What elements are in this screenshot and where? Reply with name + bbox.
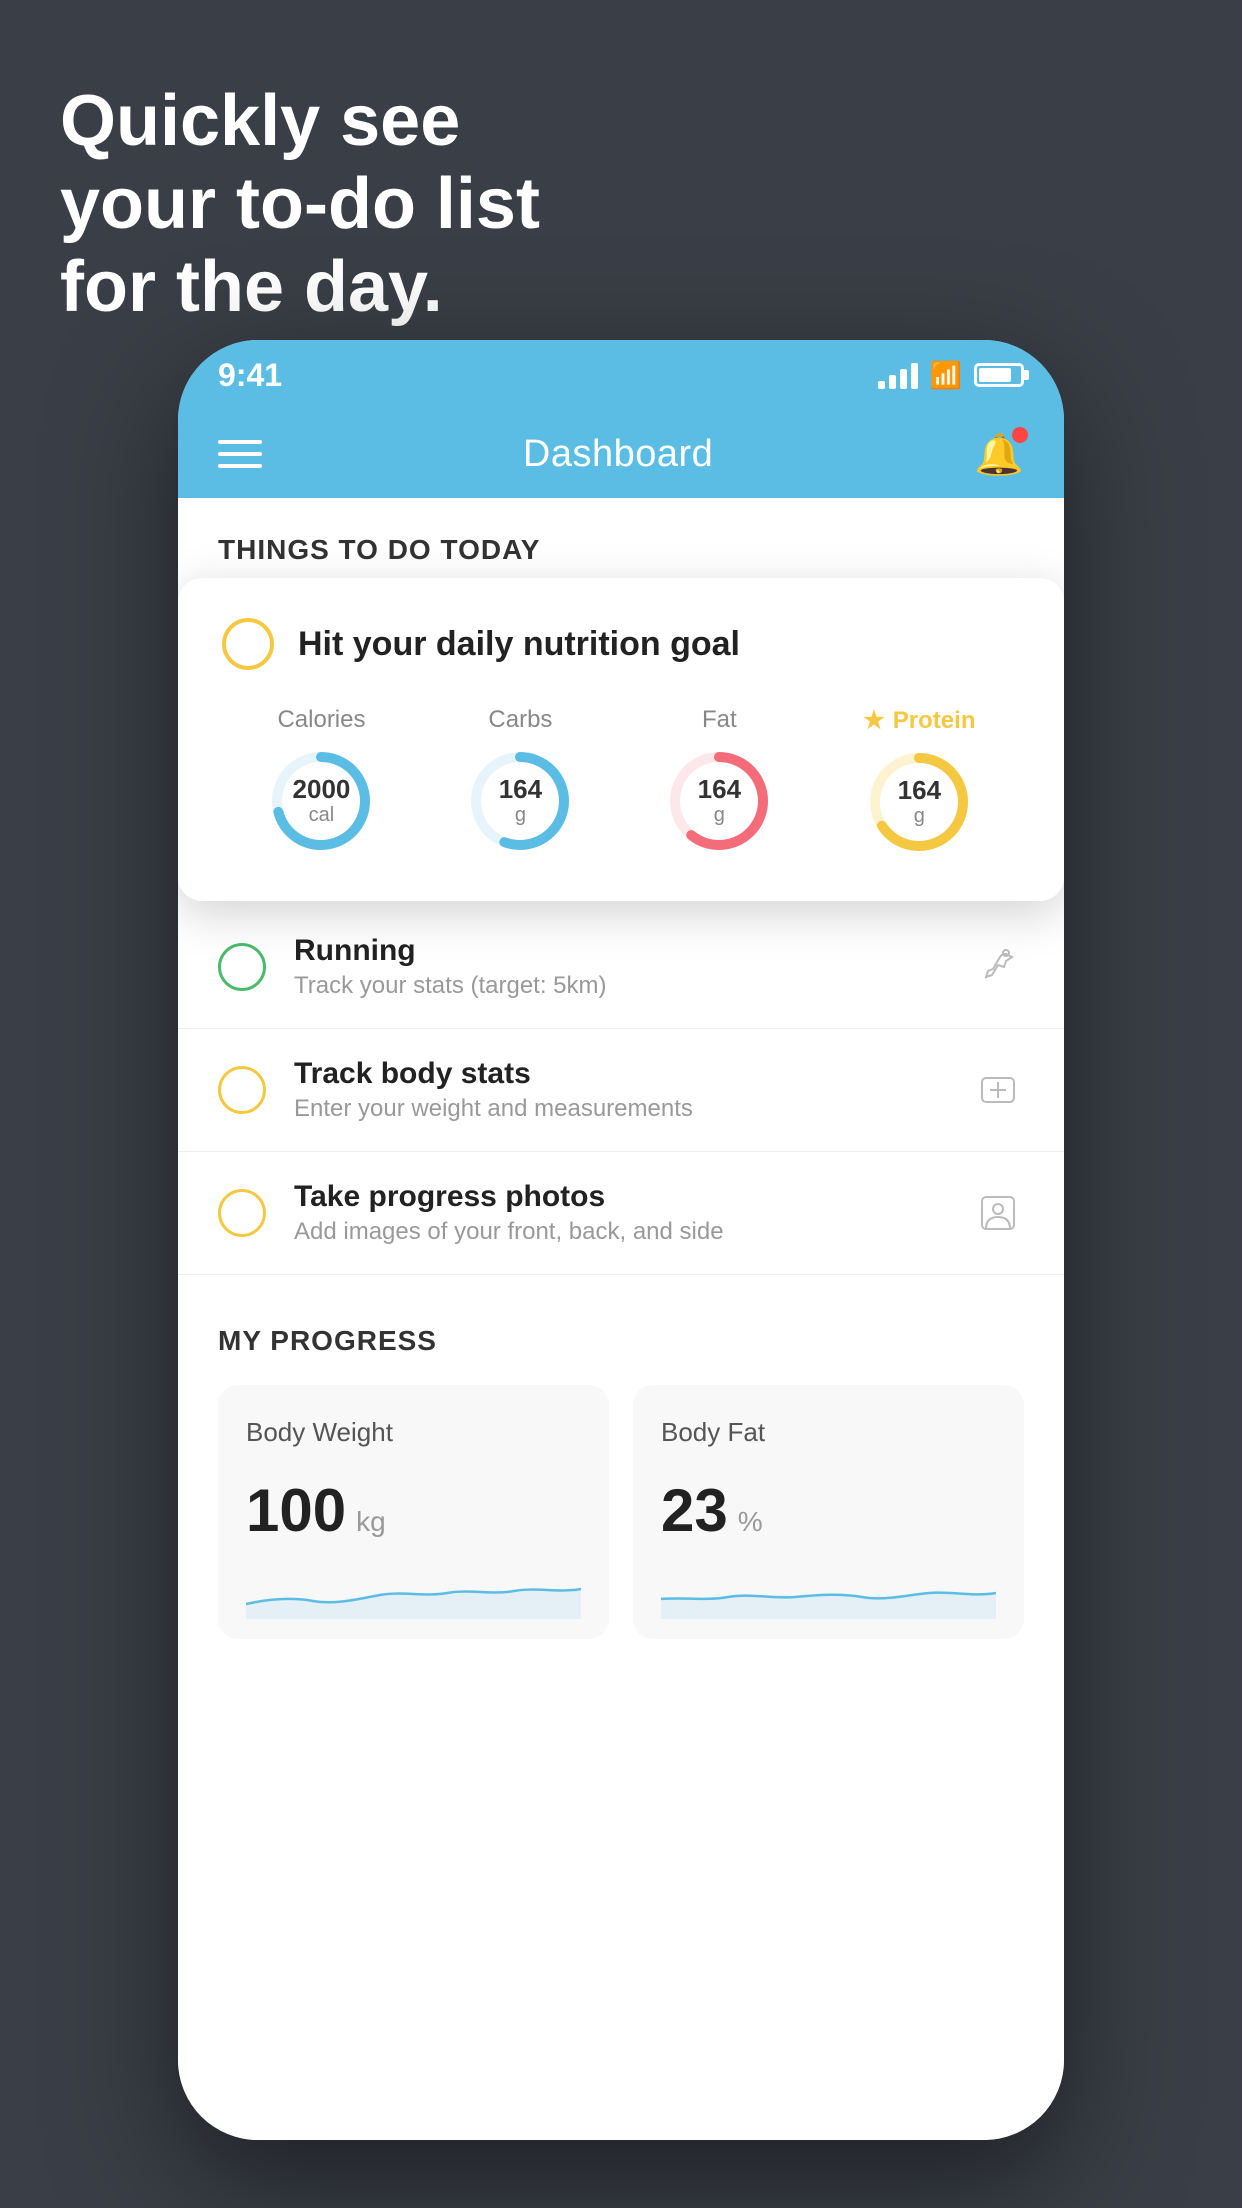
protein-donut: 164 g: [864, 747, 974, 857]
calories-donut: 2000 cal: [266, 746, 376, 856]
nutrition-card: Hit your daily nutrition goal Calories 2…: [178, 578, 1064, 901]
carbs-unit: g: [499, 804, 542, 827]
nav-title: Dashboard: [523, 433, 713, 476]
carbs-label: Carbs: [488, 706, 552, 734]
todo-item-photos[interactable]: Take progress photos Add images of your …: [178, 1152, 1064, 1275]
fat-donut: 164 g: [664, 746, 774, 856]
app-content: THINGS TO DO TODAY Hit your daily nutrit…: [178, 498, 1064, 2140]
nutrition-protein: ★ Protein 164 g: [863, 706, 975, 857]
body-weight-value: 100 kg: [246, 1476, 581, 1545]
todo-circle-photos: [218, 1189, 266, 1237]
star-icon: ★: [863, 706, 885, 735]
protein-value: 164: [898, 776, 941, 805]
todo-item-running[interactable]: Running Track your stats (target: 5km): [178, 906, 1064, 1029]
todo-text-photos: Take progress photos Add images of your …: [294, 1180, 944, 1246]
calories-label: Calories: [277, 706, 365, 734]
carbs-donut: 164 g: [465, 746, 575, 856]
body-fat-card: Body Fat 23 %: [633, 1385, 1024, 1639]
fat-label: Fat: [702, 706, 737, 734]
wifi-icon: 📶: [930, 360, 962, 391]
hero-line1: Quickly see: [60, 80, 540, 163]
body-fat-value: 23 %: [661, 1476, 996, 1545]
body-weight-num: 100: [246, 1476, 346, 1545]
todo-circle-body-stats: [218, 1066, 266, 1114]
check-circle[interactable]: [222, 618, 274, 670]
body-fat-chart: [661, 1569, 996, 1619]
running-sub: Track your stats (target: 5km): [294, 972, 944, 1000]
body-fat-num: 23: [661, 1476, 728, 1545]
body-fat-unit: %: [738, 1506, 763, 1538]
body-stats-title: Track body stats: [294, 1057, 944, 1091]
nutrition-fat: Fat 164 g: [664, 706, 774, 856]
hamburger-line: [218, 452, 262, 456]
status-bar: 9:41 📶: [178, 340, 1064, 410]
progress-cards: Body Weight 100 kg Body Fat: [218, 1385, 1024, 1639]
body-weight-chart: [246, 1569, 581, 1619]
carbs-value: 164: [499, 775, 542, 804]
nutrition-circles: Calories 2000 cal Carbs: [222, 706, 1020, 857]
phone-shell: 9:41 📶 Dashboard 🔔 TH: [178, 340, 1064, 2140]
hero-text: Quickly see your to-do list for the day.: [60, 80, 540, 328]
bell-icon[interactable]: 🔔: [974, 431, 1024, 478]
body-weight-title: Body Weight: [246, 1417, 581, 1448]
hamburger-line: [218, 464, 262, 468]
hero-line3: for the day.: [60, 246, 540, 329]
hamburger-menu[interactable]: [218, 440, 262, 468]
body-stats-sub: Enter your weight and measurements: [294, 1095, 944, 1123]
calories-unit: cal: [293, 804, 351, 827]
scale-icon: [972, 1064, 1024, 1116]
calories-value: 2000: [293, 775, 351, 804]
fat-unit: g: [698, 804, 741, 827]
todo-circle-running: [218, 943, 266, 991]
status-time: 9:41: [218, 357, 282, 394]
body-weight-card: Body Weight 100 kg: [218, 1385, 609, 1639]
progress-section: MY PROGRESS Body Weight 100 kg: [178, 1275, 1064, 1639]
signal-icon: [878, 361, 918, 389]
nutrition-card-header: Hit your daily nutrition goal: [222, 618, 1020, 670]
fat-value: 164: [698, 775, 741, 804]
body-weight-unit: kg: [356, 1506, 386, 1538]
status-icons: 📶: [878, 360, 1024, 391]
body-fat-title: Body Fat: [661, 1417, 996, 1448]
things-to-do-header: THINGS TO DO TODAY: [178, 498, 1064, 586]
progress-title: MY PROGRESS: [218, 1325, 1024, 1357]
photos-sub: Add images of your front, back, and side: [294, 1218, 944, 1246]
todo-text-running: Running Track your stats (target: 5km): [294, 934, 944, 1000]
battery-icon: [974, 363, 1024, 387]
nutrition-card-title: Hit your daily nutrition goal: [298, 625, 740, 664]
person-icon: [972, 1187, 1024, 1239]
nutrition-calories: Calories 2000 cal: [266, 706, 376, 856]
todo-item-body-stats[interactable]: Track body stats Enter your weight and m…: [178, 1029, 1064, 1152]
protein-label: ★ Protein: [863, 706, 975, 735]
photos-title: Take progress photos: [294, 1180, 944, 1214]
notification-dot: [1012, 427, 1028, 443]
protein-unit: g: [898, 805, 941, 828]
hero-line2: your to-do list: [60, 163, 540, 246]
running-icon: [972, 941, 1024, 993]
todo-text-body-stats: Track body stats Enter your weight and m…: [294, 1057, 944, 1123]
nav-bar: Dashboard 🔔: [178, 410, 1064, 498]
hamburger-line: [218, 440, 262, 444]
running-title: Running: [294, 934, 944, 968]
nutrition-carbs: Carbs 164 g: [465, 706, 575, 856]
